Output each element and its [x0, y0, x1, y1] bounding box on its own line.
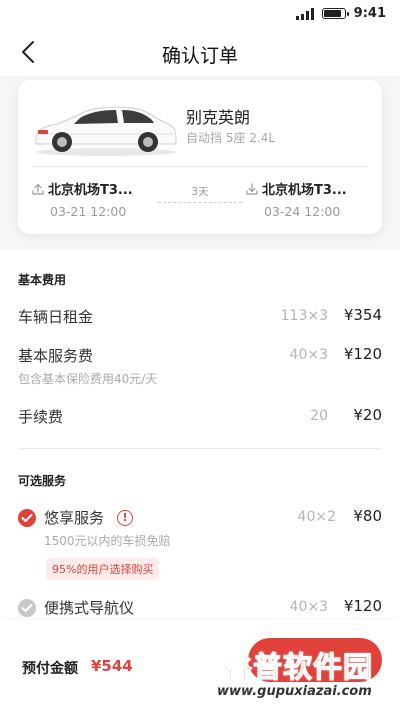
rental-days-line	[158, 202, 242, 203]
car-spec: 自动挡 5座 2.4L	[186, 131, 276, 145]
navigator-calc: 40×3	[289, 599, 328, 615]
basic-service-amount: ¥120	[343, 345, 382, 363]
watermark-title: 谷普软件园	[222, 650, 374, 685]
optional-services-title: 可选服务	[18, 474, 67, 488]
enjoy-service-note: 1500元以内的车损免赔	[44, 534, 171, 548]
basic-service-calc: 40×3	[289, 347, 328, 363]
battery-icon	[321, 8, 349, 19]
signal-icon	[295, 7, 314, 20]
info-icon[interactable]: !	[117, 510, 133, 526]
basic-service-note: 包含基本保险费用40元/天	[18, 372, 158, 386]
watermark-url: www.gupuxiazai.com	[217, 684, 372, 699]
popularity-badge: 95%的用户选择购买	[46, 558, 160, 580]
page-title: 确认订单	[161, 45, 238, 67]
car-card: 别克英朗 自动挡 5座 2.4L 北京机场T3... 03-21 12:00 3…	[18, 80, 382, 234]
enjoy-service-checkbox[interactable]	[18, 509, 36, 527]
nav-bar: 确认订单	[0, 28, 400, 76]
return-download-icon	[246, 182, 258, 195]
fees-section: 基本费用 车辆日租金 113×3 ¥354 基本服务费 包含基本保险费用40元/…	[0, 250, 400, 620]
return-time: 03-24 12:00	[264, 204, 341, 219]
status-bar: 9:41	[0, 0, 400, 28]
pickup-upload-icon	[32, 183, 44, 195]
enjoy-service-amount: ¥80	[353, 507, 382, 525]
status-indicators: 9:41	[295, 6, 386, 21]
return-location[interactable]: 北京机场T3... 03-24 12:00	[246, 179, 376, 219]
enjoy-service-calc: 40×2	[297, 509, 336, 525]
basic-fees-title: 基本费用	[18, 273, 67, 287]
enjoy-service-label[interactable]: 悠享服务	[44, 507, 104, 528]
checkmark-icon	[21, 604, 33, 612]
rental-days: 3天	[191, 186, 209, 198]
prepay-label: 预付金额	[22, 661, 78, 677]
handling-fee-amount: ¥20	[353, 406, 382, 424]
return-location-name: 北京机场T3...	[262, 183, 347, 198]
battery-fill	[323, 10, 341, 17]
prepay-amount: ¥544	[91, 657, 133, 675]
watermark: 谷普软件园 www.gupuxiazai.com	[215, 644, 395, 704]
navigator-label[interactable]: 便携式导航仪	[44, 597, 134, 618]
navigator-checkbox[interactable]	[18, 599, 36, 617]
status-time: 9:41	[353, 6, 386, 21]
basic-service-label: 基本服务费	[18, 347, 94, 365]
handling-fee-calc: 20	[310, 408, 328, 424]
checkmark-icon	[21, 514, 33, 522]
daily-rent-amount: ¥354	[343, 306, 382, 324]
car-name: 别克英朗	[186, 108, 251, 127]
pickup-location-name: 北京机场T3...	[48, 183, 133, 198]
navigator-amount: ¥120	[343, 597, 382, 615]
handling-fee-label: 手续费	[18, 408, 64, 426]
daily-rent-calc: 113×3	[280, 308, 328, 324]
pickup-location[interactable]: 北京机场T3... 03-21 12:00	[32, 179, 162, 219]
pickup-time: 03-21 12:00	[50, 204, 127, 219]
section-divider	[18, 448, 382, 449]
card-divider	[32, 166, 368, 167]
car-image	[35, 106, 177, 156]
daily-rent-label: 车辆日租金	[18, 308, 94, 326]
